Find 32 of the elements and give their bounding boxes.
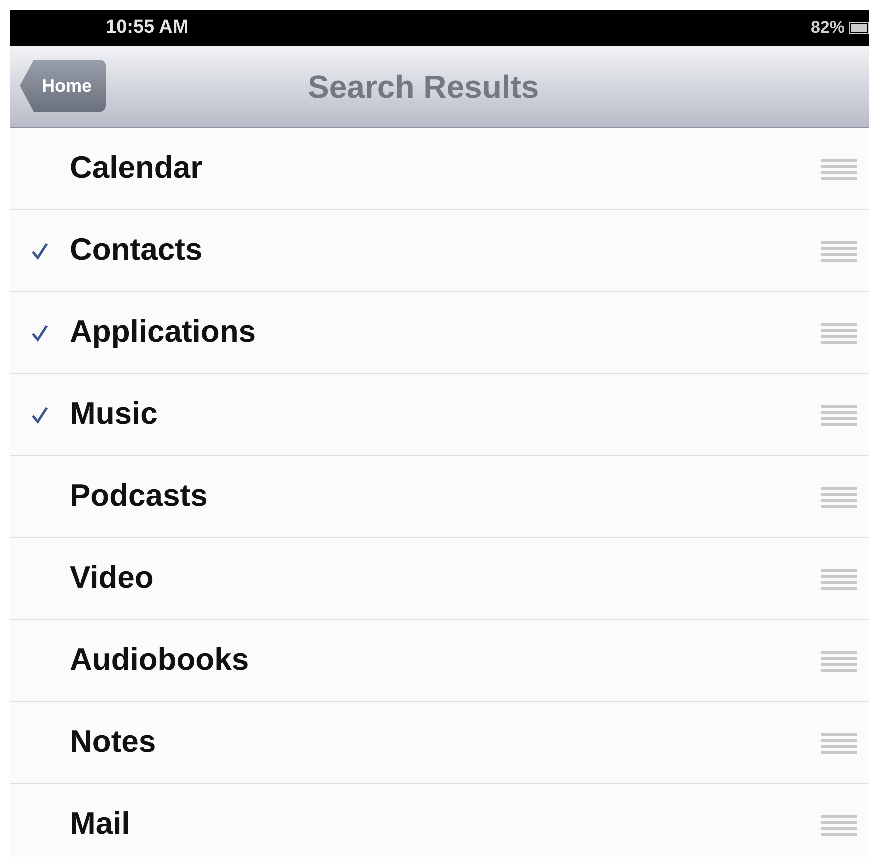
list-row[interactable]: Notes — [10, 702, 869, 784]
list-row[interactable]: Audiobooks — [10, 620, 869, 702]
list-row[interactable]: Video — [10, 538, 869, 620]
list-row[interactable]: Podcasts — [10, 456, 869, 538]
row-label: Notes — [70, 723, 158, 762]
list-row[interactable]: Contacts — [10, 210, 869, 292]
reorder-handle-icon[interactable] — [821, 732, 857, 754]
row-label: Contacts — [70, 231, 204, 270]
row-label: Calendar — [70, 149, 204, 188]
reorder-handle-icon[interactable] — [821, 404, 857, 426]
row-label: Audiobooks — [70, 641, 250, 680]
list-row[interactable]: Mail — [10, 784, 869, 857]
page-title: Search Results — [308, 68, 540, 106]
reorder-handle-icon[interactable] — [821, 814, 857, 836]
list-row[interactable]: Applications — [10, 292, 869, 374]
reorder-handle-icon[interactable] — [821, 486, 857, 508]
row-label: Podcasts — [70, 477, 209, 516]
list-row[interactable]: Music — [10, 374, 869, 456]
reorder-handle-icon[interactable] — [821, 158, 857, 180]
row-label: Video — [70, 559, 155, 598]
reorder-handle-icon[interactable] — [821, 240, 857, 262]
status-time: 10:55 AM — [106, 16, 189, 40]
row-label: Music — [70, 395, 159, 434]
row-label: Applications — [70, 313, 258, 352]
reorder-handle-icon[interactable] — [821, 650, 857, 672]
list-row[interactable]: Calendar — [10, 128, 869, 210]
row-label: Mail — [70, 805, 132, 844]
reorder-handle-icon[interactable] — [821, 322, 857, 344]
battery-percent: 82% — [810, 17, 845, 40]
reorder-handle-icon[interactable] — [821, 568, 857, 590]
home-back-button[interactable]: Home — [20, 60, 106, 112]
battery-icon — [849, 22, 869, 34]
